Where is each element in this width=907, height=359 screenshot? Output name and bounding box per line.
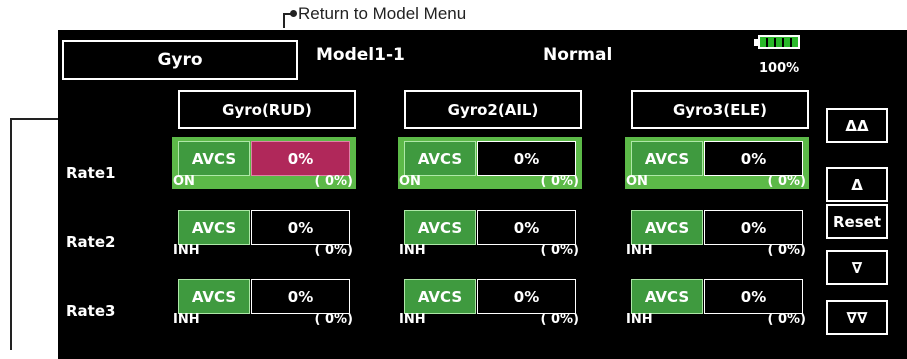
gain-value[interactable]: 0% — [251, 279, 350, 314]
page-down-fast-button[interactable]: ∇∇ — [826, 300, 888, 335]
mode-button[interactable]: AVCS — [404, 141, 476, 176]
page-down-button[interactable]: ∇ — [826, 250, 888, 285]
return-callout-dot — [290, 10, 297, 17]
rate1-ail-cell: AVCS 0% ON ( 0%) — [398, 137, 582, 189]
current-gain: ( 0%) — [540, 312, 579, 327]
return-to-model-menu-button[interactable]: Gyro — [62, 40, 298, 80]
mode-button[interactable]: AVCS — [404, 279, 476, 314]
rate3-rud-cell: AVCS 0% INH ( 0%) — [172, 275, 356, 327]
gyro3-ele-label: Gyro3(ELE) — [673, 100, 767, 119]
rate2-label: Rate2 — [66, 233, 116, 251]
battery-icon — [758, 35, 800, 49]
rate2-rud-cell: AVCS 0% INH ( 0%) — [172, 206, 356, 258]
model-name: Model1-1 — [316, 45, 405, 65]
current-gain: ( 0%) — [314, 174, 353, 189]
transmitter-screen: Gyro Model1-1 Normal 100% Gyro(RUD) Gyro… — [58, 30, 907, 359]
gain-value[interactable]: 0% — [477, 141, 576, 176]
switch-status[interactable]: INH — [173, 312, 200, 327]
mode-button[interactable]: AVCS — [631, 279, 703, 314]
switch-status: ON — [399, 174, 421, 189]
rate3-ele-cell: AVCS 0% INH ( 0%) — [625, 275, 809, 327]
page-up-button[interactable]: Δ — [826, 167, 888, 202]
gyro-rud-button[interactable]: Gyro(RUD) — [178, 90, 356, 129]
switch-status[interactable]: INH — [626, 243, 653, 258]
rate2-ail-cell: AVCS 0% INH ( 0%) — [398, 206, 582, 258]
switch-status[interactable]: INH — [399, 243, 426, 258]
current-gain: ( 0%) — [767, 174, 806, 189]
gain-value[interactable]: 0% — [704, 141, 803, 176]
current-gain: ( 0%) — [314, 312, 353, 327]
mode-button[interactable]: AVCS — [631, 141, 703, 176]
rate1-rud-cell: AVCS 0% ON ( 0%) — [172, 137, 356, 189]
mode-button[interactable]: AVCS — [178, 279, 250, 314]
reset-button[interactable]: Reset — [826, 204, 888, 239]
current-gain: ( 0%) — [314, 243, 353, 258]
current-gain: ( 0%) — [540, 243, 579, 258]
rate1-ele-cell: AVCS 0% ON ( 0%) — [625, 137, 809, 189]
switch-status[interactable]: INH — [626, 312, 653, 327]
gyro2-ail-button[interactable]: Gyro2(AIL) — [404, 90, 582, 129]
switch-status: ON — [626, 174, 648, 189]
rate3-ail-cell: AVCS 0% INH ( 0%) — [398, 275, 582, 327]
gyro-rud-label: Gyro(RUD) — [222, 100, 312, 119]
page-title: Gyro — [157, 50, 203, 70]
return-callout-label: Return to Model Menu — [298, 4, 467, 23]
rate3-label: Rate3 — [66, 302, 116, 320]
switch-status[interactable]: INH — [173, 243, 200, 258]
gain-value[interactable]: 0% — [704, 210, 803, 245]
gain-value[interactable]: 0% — [477, 279, 576, 314]
current-gain: ( 0%) — [767, 312, 806, 327]
gain-value[interactable]: 0% — [251, 210, 350, 245]
gain-value[interactable]: 0% — [477, 210, 576, 245]
battery-percent: 100% — [759, 61, 800, 76]
page-up-fast-button[interactable]: ΔΔ — [826, 108, 888, 143]
mode-button[interactable]: AVCS — [631, 210, 703, 245]
mode-button[interactable]: AVCS — [178, 141, 250, 176]
gyro3-ele-button[interactable]: Gyro3(ELE) — [631, 90, 809, 129]
gain-value[interactable]: 0% — [251, 141, 350, 176]
rate1-label: Rate1 — [66, 164, 116, 182]
switch-status[interactable]: INH — [399, 312, 426, 327]
gain-value[interactable]: 0% — [704, 279, 803, 314]
current-gain: ( 0%) — [540, 174, 579, 189]
gyro-callout-line-vertical — [10, 118, 12, 350]
rate2-ele-cell: AVCS 0% INH ( 0%) — [625, 206, 809, 258]
current-gain: ( 0%) — [767, 243, 806, 258]
mode-button[interactable]: AVCS — [178, 210, 250, 245]
gyro2-ail-label: Gyro2(AIL) — [447, 100, 539, 119]
switch-status: ON — [173, 174, 195, 189]
condition-name: Normal — [543, 45, 613, 65]
mode-button[interactable]: AVCS — [404, 210, 476, 245]
